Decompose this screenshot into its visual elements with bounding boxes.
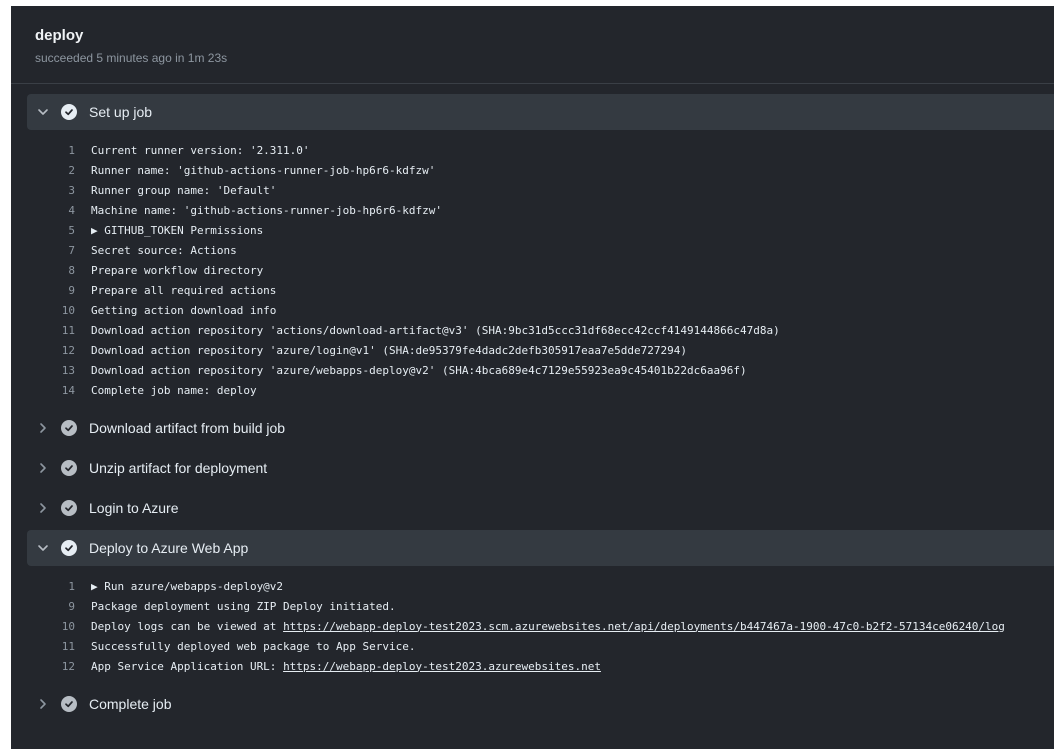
step-row[interactable]: Deploy to Azure Web App	[27, 530, 1054, 566]
step-label: Unzip artifact for deployment	[89, 460, 268, 476]
check-circle-icon	[61, 420, 77, 436]
log-text: Download action repository 'azure/login@…	[91, 343, 688, 357]
log-text: Complete job name: deploy	[91, 383, 257, 397]
job-title: deploy	[35, 27, 84, 44]
check-circle-icon	[61, 696, 77, 712]
log-text: Runner name: 'github-actions-runner-job-…	[91, 163, 436, 177]
log-line: 11 Successfully deployed web package to A…	[27, 636, 1054, 656]
chevron-right-icon[interactable]	[27, 410, 59, 446]
log-text: Deploy logs can be viewed at	[91, 619, 284, 633]
line-number[interactable]: 14	[27, 384, 91, 397]
log-link[interactable]: https://webapp-deploy-test2023.scm.azure…	[283, 620, 1005, 633]
log-line: 12 Download action repository 'azure/logi…	[27, 340, 1054, 360]
line-number[interactable]: 1	[27, 580, 91, 593]
line-number[interactable]: 10	[27, 620, 91, 633]
step-label: Download artifact from build job	[89, 420, 286, 436]
log-line: 3 Runner group name: 'Default'	[27, 180, 1054, 200]
log-line: 10 Getting action download info	[27, 300, 1054, 320]
log-line: 9 Package deployment using ZIP Deploy ini…	[27, 596, 1054, 616]
step-label: Login to Azure	[89, 500, 179, 516]
step-row[interactable]: Download artifact from build job	[27, 410, 1054, 446]
line-number[interactable]: 4	[27, 204, 91, 217]
step-row[interactable]: Complete job	[27, 686, 1054, 722]
line-number[interactable]: 8	[27, 264, 91, 277]
line-number[interactable]: 12	[27, 660, 91, 673]
log-line: 5 ▶ GITHUB_TOKEN Permissions	[27, 220, 1054, 240]
log-text: Successfully deployed web package to App…	[91, 639, 416, 653]
log-text: App Service Application URL:	[91, 659, 284, 673]
log-text: Download action repository 'azure/webapp…	[91, 363, 747, 377]
log-text: Getting action download info	[91, 303, 277, 317]
log-line: 11 Download action repository 'actions/do…	[27, 320, 1054, 340]
line-number[interactable]: 9	[27, 284, 91, 297]
log-text: ▶ GITHUB_TOKEN Permissions	[91, 223, 264, 237]
chevron-right-icon[interactable]	[27, 450, 59, 486]
step-spacer	[27, 722, 1054, 726]
job-header: deploy succeeded 5 minutes ago in 1m 23s	[11, 6, 1054, 84]
job-log-panel: deploy succeeded 5 minutes ago in 1m 23s…	[11, 6, 1054, 749]
log-line: 7 Secret source: Actions	[27, 240, 1054, 260]
log-text: ▶ Run azure/webapps-deploy@v2	[91, 579, 284, 593]
check-circle-icon	[61, 540, 77, 556]
log-text: Runner group name: 'Default'	[91, 183, 277, 197]
check-circle-icon	[61, 500, 77, 516]
line-number[interactable]: 7	[27, 244, 91, 257]
log-line: 10 Deploy logs can be viewed at https://w…	[27, 616, 1054, 636]
log-text: Secret source: Actions	[91, 243, 237, 257]
log-line: 2 Runner name: 'github-actions-runner-job…	[27, 160, 1054, 180]
log-line: 12 App Service Application URL: https://w…	[27, 656, 1054, 676]
log-line: 8 Prepare workflow directory	[27, 260, 1054, 280]
job-status-text: succeeded 5 minutes ago in 1m 23s	[35, 51, 228, 65]
step-row[interactable]: Set up job	[27, 94, 1054, 130]
line-number[interactable]: 13	[27, 364, 91, 377]
line-number[interactable]: 11	[27, 324, 91, 337]
chevron-right-icon[interactable]	[27, 686, 59, 722]
step-row[interactable]: Unzip artifact for deployment	[27, 450, 1054, 486]
log-text: Machine name: 'github-actions-runner-job…	[91, 203, 442, 217]
line-number[interactable]: 3	[27, 184, 91, 197]
log-line: 1 ▶ Run azure/webapps-deploy@v2	[27, 576, 1054, 596]
step-log: 1 ▶ Run azure/webapps-deploy@v2 9 Package d…	[27, 566, 1054, 686]
step-label: Complete job	[89, 696, 172, 712]
log-text: Download action repository 'actions/down…	[91, 323, 780, 337]
log-line: 4 Machine name: 'github-actions-runner-jo…	[27, 200, 1054, 220]
check-circle-icon	[61, 460, 77, 476]
chevron-down-icon[interactable]	[27, 94, 59, 130]
step-log: 1 Current runner version: '2.311.0' 2 Runne…	[27, 130, 1054, 410]
log-link[interactable]: https://webapp-deploy-test2023.azurewebs…	[283, 660, 601, 673]
step-label: Set up job	[89, 104, 153, 120]
log-text: Package deployment using ZIP Deploy init…	[91, 599, 396, 613]
line-number[interactable]: 12	[27, 344, 91, 357]
log-line: 1 Current runner version: '2.311.0'	[27, 140, 1054, 160]
step-row[interactable]: Login to Azure	[27, 490, 1054, 526]
check-circle-icon	[61, 104, 77, 120]
log-text: Prepare all required actions	[91, 283, 277, 297]
line-number[interactable]: 2	[27, 164, 91, 177]
line-number[interactable]: 1	[27, 144, 91, 157]
line-number[interactable]: 9	[27, 600, 91, 613]
step-label: Deploy to Azure Web App	[89, 540, 249, 556]
log-text: Current runner version: '2.311.0'	[91, 143, 310, 157]
chevron-down-icon[interactable]	[27, 530, 59, 566]
step-list: Set up job 1 Current runner version: '2.31…	[27, 94, 1054, 726]
line-number[interactable]: 10	[27, 304, 91, 317]
line-number[interactable]: 5	[27, 224, 91, 237]
log-line: 13 Download action repository 'azure/weba…	[27, 360, 1054, 380]
line-number[interactable]: 11	[27, 640, 91, 653]
chevron-right-icon[interactable]	[27, 490, 59, 526]
log-line: 14 Complete job name: deploy	[27, 380, 1054, 400]
log-line: 9 Prepare all required actions	[27, 280, 1054, 300]
log-text: Prepare workflow directory	[91, 263, 264, 277]
